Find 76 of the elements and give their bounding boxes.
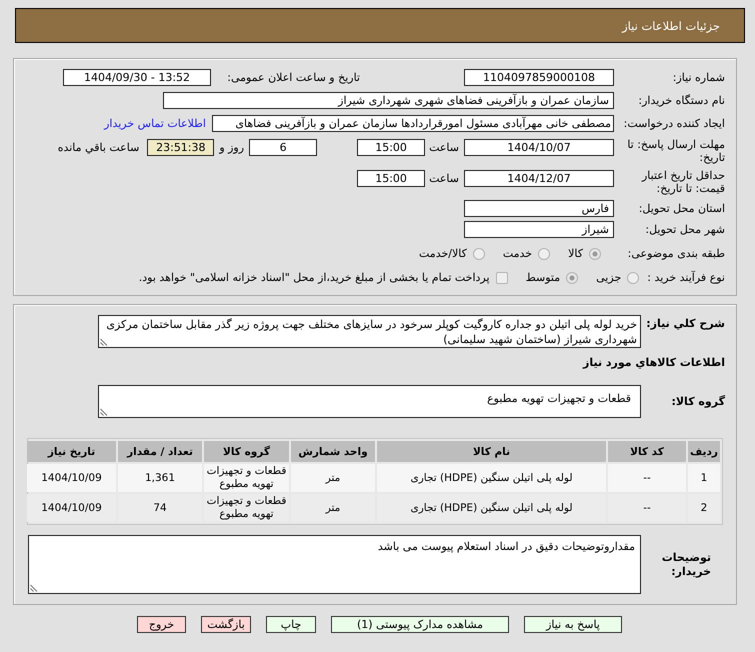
time-remaining-field[interactable]: 23:51:38 — [147, 139, 214, 156]
time-remaining-label: ساعت باقي مانده — [58, 140, 140, 156]
deadline-time-field[interactable]: 15:00 — [357, 139, 426, 156]
section-title: اطلاعات کالاهاي مورد نیاز — [583, 356, 725, 370]
province-field[interactable]: فارس — [464, 200, 614, 217]
buyer-organization-field[interactable]: سازمان عمران و بازآفرینی فضاهای شهری شهرداری شیراز — [163, 92, 614, 109]
validity-time-field[interactable]: 15:00 — [357, 170, 426, 187]
column-header: گروه کالا — [204, 441, 289, 462]
goods-group-field[interactable]: قطعات و تجهیزات تهویه مطبوع — [98, 385, 641, 418]
column-header: تاریخ نیاز — [27, 441, 116, 462]
option-label: جزیی — [596, 271, 622, 284]
radio-button[interactable] — [566, 272, 578, 284]
option-label: خدمت — [502, 247, 532, 260]
checkbox-label: پرداخت تمام یا بخشی از مبلغ خرید،از محل "اسناد خزانه اسلامی" خواهد بود. — [138, 271, 490, 284]
table-cell: 1404/10/09 — [27, 494, 116, 522]
table-cell: متر — [291, 494, 375, 522]
field-label: گروه کالا: — [670, 394, 725, 410]
buyer-contact-link[interactable]: اطلاعات تماس خریدار — [104, 115, 206, 132]
field-label: استان محل تحویل: — [638, 201, 725, 217]
action-button[interactable]: چاپ — [266, 616, 316, 633]
radio-button[interactable] — [538, 248, 550, 260]
field-label: حداقل تاریخ اعتبار قیمت: تا تاریخ: — [640, 169, 725, 195]
field-label: توضیحات خریدار: — [660, 551, 712, 579]
need-number-field[interactable]: 1104097859000108 — [464, 69, 614, 86]
column-header: تعداد / مقدار — [118, 441, 202, 462]
field-label: شماره نیاز: — [672, 70, 725, 86]
days-label: روز و — [219, 140, 244, 156]
checkbox[interactable] — [496, 272, 508, 284]
action-button[interactable]: خروج — [137, 616, 186, 633]
field-label: شرح کلي نیاز: — [645, 316, 725, 332]
column-header: نام کالا — [377, 441, 606, 462]
description-field[interactable]: خرید لوله پلی اتیلن دو جداره کاروگیت کوپلر سرخود در سایزهای مختلف جهت پروژه زیر گذر مقابل ساختمان مرکزی شهرداری شیراز (ساختمان شهید سلیمانی) — [98, 315, 641, 348]
action-button[interactable]: بازگشت — [201, 616, 251, 633]
resize-grip-icon — [100, 408, 108, 416]
table-cell: 74 — [118, 494, 202, 522]
buyer-notes-field[interactable]: مقداروتوضیحات دقیق در اسناد استعلام پیوست می باشد — [28, 535, 641, 594]
table-cell: قطعات و تجهیزات تهویه مطبوع — [204, 464, 289, 492]
table-cell: -- — [608, 494, 686, 522]
column-header: ردیف — [688, 441, 720, 462]
field-label: نام دستگاه خریدار: — [637, 93, 725, 109]
table-cell: 1,361 — [118, 464, 202, 492]
field-label: مهلت ارسال پاسخ: تا تاریخ: — [626, 138, 725, 164]
table-cell: -- — [608, 464, 686, 492]
table-cell: 1404/10/09 — [27, 464, 116, 492]
option-label: کالا — [568, 247, 583, 260]
field-label: تاریخ و ساعت اعلان عمومی: — [226, 70, 360, 86]
city-field[interactable]: شیراز — [464, 221, 614, 238]
option-label: متوسط — [526, 271, 560, 284]
action-button[interactable]: پاسخ به نیاز — [524, 616, 622, 633]
deadline-date-field[interactable]: 1404/10/07 — [464, 139, 614, 156]
validity-date-field[interactable]: 1404/12/07 — [464, 170, 614, 187]
table-cell: لوله پلی اتیلن سنگین (HDPE) تجاری — [377, 464, 606, 492]
requester-field[interactable]: مصطفی خانی مهرآبادی مسئول امورقراردادها سازمان عمران و بازآفرینی فضاهای — [212, 115, 614, 132]
column-header: واحد شمارش — [291, 441, 375, 462]
resize-grip-icon — [100, 338, 108, 346]
option-label: کالا/خدمت — [419, 247, 467, 260]
resize-grip-icon — [30, 584, 38, 592]
table-cell: 2 — [688, 494, 720, 522]
time-label: ساعت — [429, 171, 459, 187]
page-title: جزئیات اطلاعات نیاز — [622, 18, 720, 32]
radio-button[interactable] — [472, 248, 485, 260]
days-remaining-field[interactable]: 6 — [249, 139, 318, 156]
action-button[interactable]: مشاهده مدارک پیوستی (1) — [331, 616, 509, 633]
column-header: کد کالا — [608, 441, 686, 462]
radio-button[interactable] — [589, 248, 601, 260]
table-cell: متر — [291, 464, 375, 492]
table-cell: لوله پلی اتیلن سنگین (HDPE) تجاری — [377, 494, 606, 522]
table-cell: 1 — [688, 464, 720, 492]
announcement-date-field[interactable]: 1404/09/30 - 13:52 — [63, 69, 211, 86]
field-label: ایجاد کننده درخواست: — [622, 116, 725, 132]
time-label: ساعت — [429, 140, 459, 156]
radio-button[interactable] — [627, 272, 640, 284]
field-label: طبقه بندی موضوعی: — [626, 246, 725, 262]
field-label: شهر محل تحویل: — [644, 222, 725, 238]
field-label: نوع فرآیند خرید : — [647, 270, 725, 286]
table-cell: قطعات و تجهیزات تهویه مطبوع — [204, 494, 289, 522]
